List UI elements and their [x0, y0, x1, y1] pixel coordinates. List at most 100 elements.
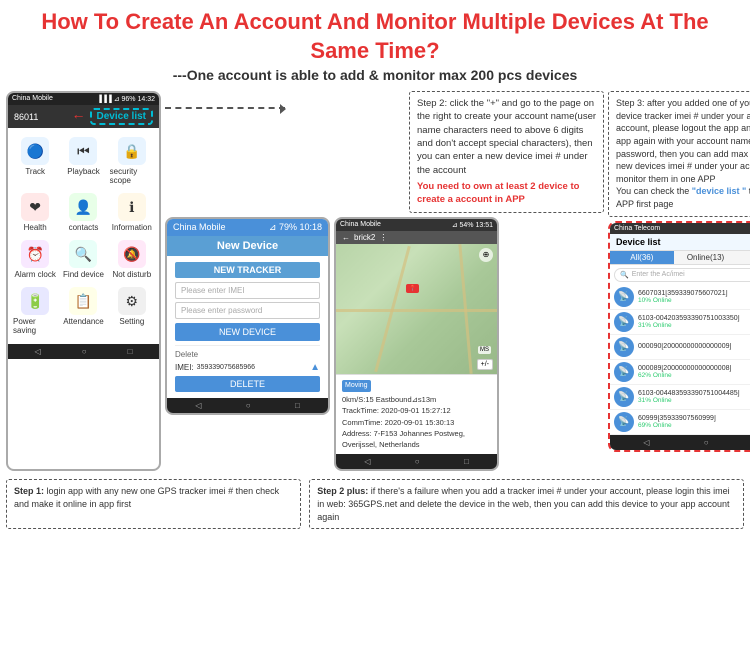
map-back-btn[interactable]: ◁: [364, 457, 370, 466]
step2-arrow: [165, 107, 285, 109]
ms-badge: MS: [478, 346, 491, 354]
map-area: 📍 +/- ⊕ MS: [336, 244, 497, 374]
arrow-indicator: ←: [72, 106, 86, 122]
nav-info[interactable]: ℹ Information: [109, 190, 155, 235]
add-device-button[interactable]: NEW DEVICE: [175, 323, 320, 341]
map-bottom-nav: ◁ ○ □: [336, 454, 497, 469]
mid-phones-row: China Mobile ⊿ 79% 10:18 New Device NEW …: [165, 217, 604, 472]
recents-btn[interactable]: □: [128, 347, 133, 356]
step3-content: Step 3: after you added one of your new …: [616, 98, 750, 184]
nav-power[interactable]: 🔋 Power saving: [12, 284, 58, 338]
step2-textbox: Step 2: click the "+" and go to the page…: [409, 91, 604, 212]
nav-health[interactable]: ❤ Health: [12, 190, 58, 235]
power-icon: 🔋: [21, 287, 49, 315]
device-tabs: All(36) Online(13) Offline(20): [610, 251, 750, 265]
nav-playback[interactable]: ⏮ Playback: [60, 134, 106, 188]
nav-setting[interactable]: ⚙ Setting: [109, 284, 155, 338]
device-item-6[interactable]: 📡 60999[35933907560999] 69% Online 👤: [610, 410, 750, 435]
step1-content: login app with any new one GPS tracker i…: [14, 486, 279, 509]
nav-find[interactable]: 🔍 Find device: [60, 237, 106, 282]
device-list-badge[interactable]: Device list: [90, 108, 153, 125]
device-list-title: Device list: [616, 237, 661, 247]
step2plus-content: if there's a failure when you add a trac…: [317, 486, 729, 521]
find-icon: 🔍: [69, 240, 97, 268]
delete-section: Delete IMEI: 359339075685966 ▲ DELETE: [175, 345, 320, 392]
delete-button[interactable]: DELETE: [175, 376, 320, 392]
bottom-row: Step 1: login app with any new one GPS t…: [0, 475, 750, 533]
dl-home-btn[interactable]: ○: [704, 438, 709, 447]
contacts-icon: 👤: [69, 193, 97, 221]
map-recents-btn[interactable]: □: [464, 457, 469, 466]
map-more-icon[interactable]: ⋮: [379, 233, 387, 242]
device-info-2: 6103-004203593390751003350] 31% Online: [638, 315, 750, 329]
step3-link-context: You can check the: [616, 186, 692, 196]
track-icon: 🔵: [21, 137, 49, 165]
imei-input[interactable]: Please enter IMEI: [175, 282, 320, 299]
nav-security[interactable]: 🔒 security scope: [109, 134, 155, 188]
device-search[interactable]: 🔍 Enter the Ac/imei: [614, 268, 750, 282]
main-content: China Mobile ▐▐▐ ⊿ 96% 14:32 86011 Devic…: [0, 87, 750, 475]
search-placeholder: Enter the Ac/imei: [632, 271, 685, 278]
nav-disturb[interactable]: 🔕 Not disturb: [109, 237, 155, 282]
map-carrier: China Mobile: [340, 221, 381, 229]
step1-label: Step 1:: [14, 486, 44, 496]
imei-label: IMEI:: [175, 363, 194, 372]
step2-content: Step 2: click the "+" and go to the page…: [417, 98, 596, 175]
info-icon: ℹ: [118, 193, 146, 221]
navigation-icon: ▲: [310, 362, 320, 373]
tab-online[interactable]: Online(13): [674, 251, 738, 264]
dl-back-btn[interactable]: ◁: [643, 438, 649, 447]
moving-badge: Moving: [342, 380, 371, 393]
page-wrapper: How To Create An Account And Monitor Mul…: [0, 0, 750, 647]
device-info-3: 000090[20000000000000009]: [638, 343, 750, 350]
map-back-icon[interactable]: ←: [342, 233, 350, 242]
nav-track[interactable]: 🔵 Track: [12, 134, 58, 188]
device-item-4[interactable]: 📡 000089[20000000000000008] 62% Online: [610, 360, 750, 385]
tab-all[interactable]: All(36): [610, 251, 674, 264]
step2plus-label: Step 2 plus:: [317, 486, 368, 496]
map-tracktime: TrackTime: 2020-09-01 15:27:12: [342, 405, 491, 416]
device-wifi-icon-1: 📡: [614, 287, 634, 307]
device-item-5[interactable]: 📡 6103-004483593390751004485] 31% Online…: [610, 385, 750, 410]
step3-textbox: Step 3: after you added one of your new …: [608, 91, 750, 216]
map-commtime: CommTime: 2020-09-01 15:30:13: [342, 417, 491, 428]
new-tracker-button[interactable]: NEW TRACKER: [175, 262, 320, 278]
device-info-6: 60999[35933907560999] 69% Online: [638, 415, 750, 429]
page-subtitle: ---One account is able to add & monitor …: [20, 67, 730, 83]
nav-alarm[interactable]: ⏰ Alarm clock: [12, 237, 58, 282]
carrier-label: China Mobile: [12, 95, 53, 103]
device-info-1: 6607031[359339075607021] 10% Online: [638, 290, 750, 304]
nd-home-btn[interactable]: ○: [246, 401, 251, 410]
nav-contacts[interactable]: 👤 contacts: [60, 190, 106, 235]
header: How To Create An Account And Monitor Mul…: [0, 0, 750, 87]
security-icon: 🔒: [118, 137, 146, 165]
nav-attendance[interactable]: 📋 Attendance: [60, 284, 106, 338]
map-info: Moving 0km/S:15 Eastbound⊿s13m TrackTime…: [336, 374, 497, 455]
device-wifi-icon-3: 📡: [614, 337, 634, 357]
device-wifi-icon-4: 📡: [614, 362, 634, 382]
page-title: How To Create An Account And Monitor Mul…: [20, 8, 730, 65]
device-item-3[interactable]: 📡 000090[20000000000000009]: [610, 335, 750, 360]
nd-recents-btn[interactable]: □: [295, 401, 300, 410]
map-titlebar: ← brick2 ⋮: [336, 231, 497, 244]
device-status-2: 31% Online: [638, 322, 750, 329]
phone-number-bar: 86011 Device list ←: [8, 105, 159, 128]
password-input[interactable]: Please enter password: [175, 302, 320, 319]
home-btn[interactable]: ○: [82, 347, 87, 356]
device-item-1[interactable]: 📡 6607031[359339075607021] 10% Online 👤: [610, 285, 750, 310]
map-home-btn[interactable]: ○: [415, 457, 420, 466]
nd-bottom-nav: ◁ ○ □: [167, 398, 328, 413]
signal-info: ▐▐▐ ⊿ 96% 14:32: [97, 95, 155, 103]
device-status-1: 10% Online: [638, 297, 750, 304]
imei-row: IMEI: 359339075685966 ▲: [175, 362, 320, 373]
nd-back-btn[interactable]: ◁: [195, 401, 201, 410]
delete-label: Delete: [175, 350, 320, 359]
back-btn[interactable]: ◁: [35, 347, 41, 356]
tab-offline[interactable]: Offline(20): [737, 251, 750, 264]
device-item-2[interactable]: 📡 6103-004203593390751003350] 31% Online…: [610, 310, 750, 335]
device-id-3: 000090[20000000000000009]: [638, 343, 750, 350]
device-status-6: 69% Online: [638, 422, 750, 429]
map-zoom-controls[interactable]: +/-: [477, 359, 493, 370]
new-device-body: NEW TRACKER Please enter IMEI Please ent…: [167, 256, 328, 398]
device-number: 86011: [14, 112, 38, 122]
